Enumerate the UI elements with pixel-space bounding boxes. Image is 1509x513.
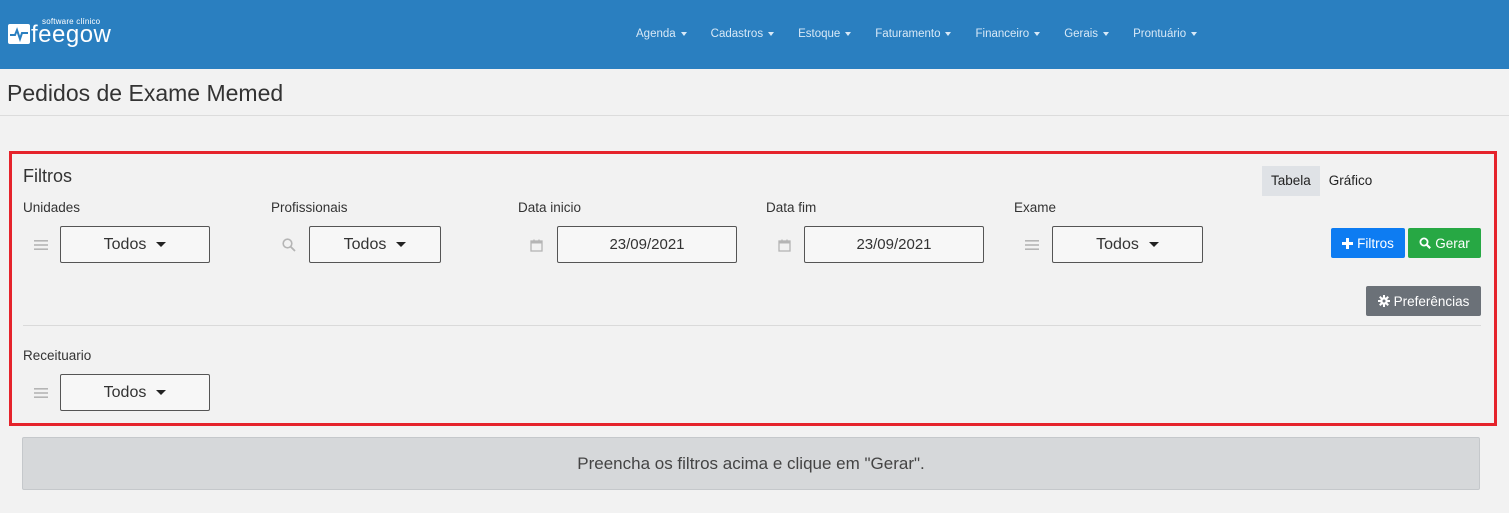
professionals-select-value: Todos (343, 235, 387, 253)
list-icon (1024, 237, 1040, 253)
search-icon (281, 237, 297, 253)
filters-button-label: Filtros (1357, 235, 1394, 251)
caret-down-icon (1103, 32, 1110, 36)
menu-faturamento[interactable]: Faturamento (875, 26, 952, 42)
menu-label: Prontuário (1133, 28, 1187, 40)
tab-chart[interactable]: Gráfico (1320, 166, 1382, 196)
list-icon (33, 385, 49, 401)
start-date-input[interactable]: 23/09/2021 (557, 226, 737, 263)
menu-label: Financeiro (975, 28, 1030, 40)
caret-down-icon (1148, 242, 1159, 247)
prescription-select[interactable]: Todos (60, 374, 210, 411)
caret-down-icon (945, 32, 952, 36)
units-label: Unidades (23, 200, 81, 215)
caret-down-icon (396, 242, 407, 247)
exam-select[interactable]: Todos (1052, 226, 1203, 263)
filters-panel: Filtros Tabela Gráfico Unidades Todos Pr… (9, 151, 1497, 426)
menu-financeiro[interactable]: Financeiro (975, 26, 1041, 42)
view-toggle: Tabela Gráfico (1262, 166, 1381, 196)
caret-down-icon (845, 32, 852, 36)
generate-button[interactable]: Gerar (1408, 228, 1481, 258)
logo-wordmark: feegow (31, 21, 112, 48)
main-menu: Agenda Cadastros Estoque Faturamento Fin… (624, 26, 1209, 42)
title-divider (0, 115, 1509, 116)
menu-agenda[interactable]: Agenda (636, 26, 687, 42)
feegow-logo[interactable]: software clínico feegow (8, 14, 128, 54)
exam-label: Exame (1014, 200, 1057, 215)
info-message: Preencha os filtros acima e clique em "G… (22, 437, 1480, 490)
page-title: Pedidos de Exame Memed (7, 80, 284, 106)
preferences-button-label: Preferências (1393, 293, 1470, 309)
filters-heading: Filtros (23, 166, 72, 186)
menu-label: Gerais (1064, 28, 1099, 40)
caret-down-icon (1191, 32, 1198, 36)
prescription-select-value: Todos (103, 383, 147, 401)
prescription-label: Receituario (23, 348, 92, 363)
generate-button-label: Gerar (1435, 235, 1470, 251)
caret-down-icon (156, 242, 167, 247)
menu-gerais[interactable]: Gerais (1064, 26, 1110, 42)
caret-down-icon (1034, 32, 1041, 36)
logo-mark-icon (8, 24, 30, 44)
tab-table[interactable]: Tabela (1262, 166, 1320, 196)
panel-divider (23, 325, 1481, 326)
professionals-label: Profissionais (271, 200, 348, 215)
start-date-label: Data inicio (518, 200, 582, 215)
units-select-value: Todos (103, 235, 147, 253)
plus-icon (1342, 237, 1354, 249)
professionals-select[interactable]: Todos (309, 226, 441, 263)
caret-down-icon (156, 390, 167, 395)
list-icon (33, 237, 49, 253)
menu-label: Faturamento (875, 28, 941, 40)
menu-prontuario[interactable]: Prontuário (1133, 26, 1198, 42)
end-date-input[interactable]: 23/09/2021 (804, 226, 984, 263)
exam-select-value: Todos (1096, 235, 1139, 253)
calendar-icon (776, 237, 792, 253)
preferences-button[interactable]: Preferências (1366, 286, 1481, 316)
search-icon (1419, 237, 1432, 249)
menu-cadastros[interactable]: Cadastros (710, 26, 775, 42)
menu-label: Estoque (798, 28, 841, 40)
menu-label: Agenda (636, 28, 676, 40)
caret-down-icon (768, 32, 775, 36)
filters-button[interactable]: Filtros (1331, 228, 1405, 258)
menu-estoque[interactable]: Estoque (798, 26, 852, 42)
units-select[interactable]: Todos (60, 226, 210, 263)
caret-down-icon (680, 32, 687, 36)
calendar-icon (528, 237, 544, 253)
gear-icon (1377, 295, 1390, 307)
top-navbar: software clínico feegow Agenda Cadastros… (0, 0, 1509, 69)
end-date-label: Data fim (766, 200, 817, 215)
menu-label: Cadastros (710, 28, 764, 40)
